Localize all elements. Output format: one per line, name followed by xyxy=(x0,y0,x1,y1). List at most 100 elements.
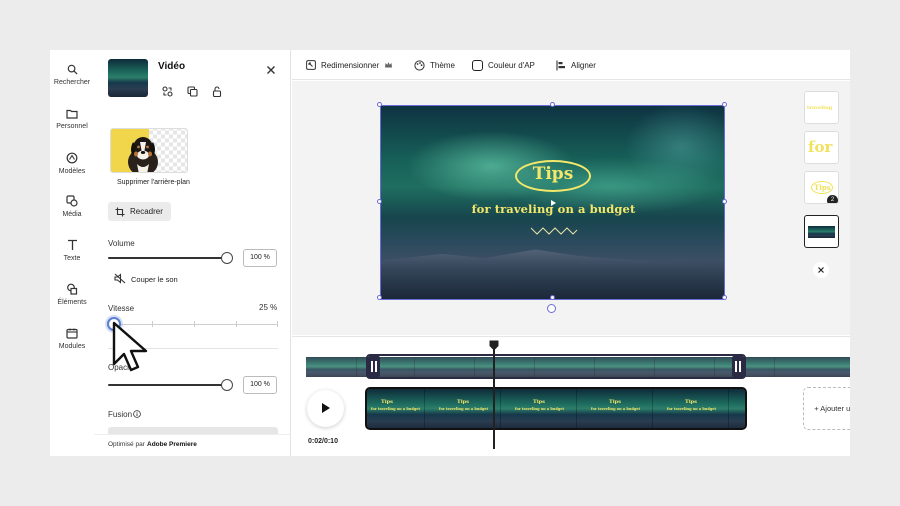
dog-image xyxy=(128,137,158,172)
grip-line xyxy=(739,361,741,372)
clip-frame-title: Tips xyxy=(609,399,621,405)
replace-button[interactable] xyxy=(162,84,173,102)
trim-handle-left[interactable] xyxy=(368,356,380,377)
footer-prefix: Optimisé par xyxy=(108,441,145,448)
clip-frame-title: Tips xyxy=(685,399,697,405)
opacity-value-field[interactable]: 100 % xyxy=(243,376,277,394)
clip-frame-title: Tips xyxy=(533,399,545,405)
layer-thumb-tips[interactable]: Tips 2 xyxy=(804,171,839,204)
text-icon xyxy=(67,239,77,250)
volume-slider-track[interactable] xyxy=(108,257,227,259)
resize-handle[interactable] xyxy=(377,295,382,300)
panel-footer: Optimisé par Adobe Premiere xyxy=(94,434,290,456)
resize-handle[interactable] xyxy=(550,295,555,300)
resize-handle[interactable] xyxy=(722,199,727,204)
rail-label: Éléments xyxy=(57,299,87,306)
opacity-slider-track[interactable] xyxy=(108,384,227,386)
video-canvas[interactable]: Tips for traveling on a budget xyxy=(380,105,725,300)
color-button[interactable]: Couleur d'AP xyxy=(472,58,535,72)
trim-selection[interactable] xyxy=(366,354,746,379)
resize-handle[interactable] xyxy=(377,199,382,204)
speed-tick xyxy=(194,321,195,327)
close-panel-button[interactable] xyxy=(266,62,278,74)
zigzag-decoration xyxy=(530,227,578,235)
clip-frame-divider xyxy=(652,389,653,428)
rail-label: Média xyxy=(62,211,82,218)
panel-title: Vidéo xyxy=(158,61,186,72)
rail-search[interactable]: Rechercher xyxy=(50,64,94,86)
crop-label: Recadrer xyxy=(130,207,163,216)
rotate-handle[interactable] xyxy=(547,304,556,313)
resize-handle[interactable] xyxy=(377,102,382,107)
play-button[interactable] xyxy=(307,390,344,427)
media-icon xyxy=(66,195,78,207)
add-scene-button[interactable]: + Ajouter une scène xyxy=(803,387,850,430)
properties-panel: Vidéo Supprimer l'arrière-plan Recadrer … xyxy=(94,50,291,456)
layer-thumb-video-image xyxy=(808,226,835,238)
mute-icon xyxy=(114,273,126,284)
layer-count-badge: 2 xyxy=(827,195,838,203)
rail-text[interactable]: Texte xyxy=(50,239,94,262)
info-icon[interactable] xyxy=(133,410,141,418)
layer-thumb-for[interactable]: for xyxy=(804,131,839,164)
rail-media[interactable]: Média xyxy=(50,195,94,218)
clip-frame-divider xyxy=(728,389,729,428)
video-thumbnail xyxy=(108,59,148,97)
layer-thumb-video[interactable] xyxy=(804,215,839,248)
speed-tick xyxy=(277,321,278,327)
crop-button[interactable]: Recadrer xyxy=(108,202,171,221)
playhead-line xyxy=(493,345,495,449)
scene-clip[interactable]: Tips for traveling on a budget Tips for … xyxy=(365,387,747,430)
remove-background-card[interactable] xyxy=(110,128,188,173)
clip-frame-divider xyxy=(500,389,501,428)
rail-modules[interactable]: Modules xyxy=(50,328,94,350)
duplicate-button[interactable] xyxy=(187,84,198,102)
speed-tick xyxy=(236,321,237,327)
search-icon xyxy=(67,64,78,75)
resize-handle[interactable] xyxy=(722,295,727,300)
title-text[interactable]: Tips xyxy=(515,164,591,184)
left-rail: Rechercher Personnel Modèles Média Texte… xyxy=(50,50,94,456)
clip-frame-divider xyxy=(424,389,425,428)
volume-value-field[interactable]: 100 % xyxy=(243,249,277,267)
unlock-icon xyxy=(212,86,222,98)
rail-label: Texte xyxy=(63,255,81,262)
volume-slider-knob[interactable] xyxy=(221,252,233,264)
grip-line xyxy=(371,361,373,372)
strip-divider xyxy=(774,357,775,377)
blend-label: Fusion xyxy=(108,410,133,419)
theme-label: Thème xyxy=(430,60,455,70)
theme-button[interactable]: Thème xyxy=(414,58,455,72)
resize-button[interactable]: Redimensionner xyxy=(306,58,393,72)
clip-frame-subtitle: for traveling on a budget xyxy=(371,407,421,411)
volume-label: Volume xyxy=(108,239,135,248)
timeline: 0:02/0:10 Tips for traveling on a budget… xyxy=(292,336,850,456)
canvas-area: Tips for traveling on a budget traveling… xyxy=(292,81,850,335)
crop-icon xyxy=(115,207,125,217)
playhead-handle[interactable] xyxy=(489,340,499,351)
rail-personal[interactable]: Personnel xyxy=(50,108,94,130)
lock-button[interactable] xyxy=(212,84,222,102)
resize-handle[interactable] xyxy=(722,102,727,107)
rail-label: Modèles xyxy=(58,168,86,175)
layer-thumb-traveling[interactable]: traveling xyxy=(804,91,839,124)
trim-handle-right[interactable] xyxy=(732,356,744,377)
clip-frame-title: Tips xyxy=(381,399,393,405)
play-icon xyxy=(322,403,330,413)
rail-elements[interactable]: Éléments xyxy=(50,283,94,306)
layer-thumb-text: traveling xyxy=(807,105,833,111)
align-label: Aligner xyxy=(571,60,596,70)
align-button[interactable]: Aligner xyxy=(556,58,596,72)
opacity-slider-knob[interactable] xyxy=(221,379,233,391)
top-toolbar: Redimensionner Thème Couleur d'AP Aligne… xyxy=(292,50,850,80)
layer-thumb-text: for xyxy=(808,138,833,156)
rail-templates[interactable]: Modèles xyxy=(50,152,94,175)
resize-handle[interactable] xyxy=(550,102,555,107)
clip-frame-title: Tips xyxy=(457,399,469,405)
layer-thumb-text: Tips xyxy=(814,183,831,192)
mouse-pointer-icon xyxy=(112,321,148,372)
palette-icon xyxy=(414,59,425,71)
editor-window: Rechercher Personnel Modèles Média Texte… xyxy=(50,50,850,456)
speed-label: Vitesse xyxy=(108,304,135,313)
close-layers-button[interactable] xyxy=(813,262,829,278)
